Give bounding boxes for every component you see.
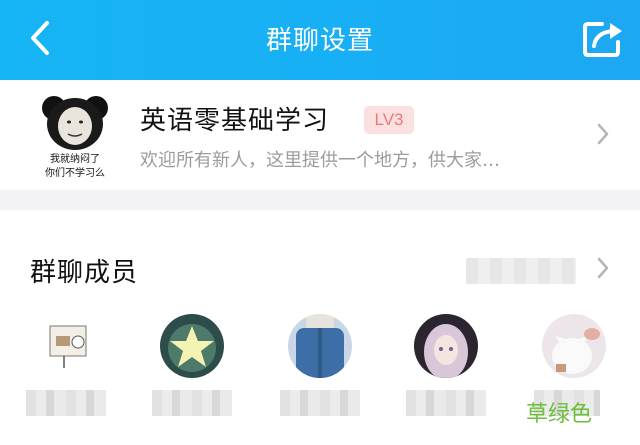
group-name: 英语零基础学习 [140,106,330,136]
section-divider [0,190,640,210]
member-item[interactable] [280,314,360,424]
members-count-blurred [466,258,576,284]
anime-girl-avatar [414,314,478,378]
avatar-caption-2: 你们不学习么 [45,166,105,179]
cartoon-sign-avatar [34,314,98,378]
top-bar: 群聊设置 [0,0,640,80]
member-item[interactable] [406,314,486,424]
avatar-caption-1: 我就纳闷了 [50,152,100,165]
page-title: 群聊设置 [265,26,374,56]
level-badge: LV3 [364,106,414,134]
watermark-text: 草绿色 [525,402,592,427]
members-title: 群聊成员 [30,258,139,288]
group-info-card[interactable]: 我就纳闷了 你们不学习么 英语零基础学习 LV3 欢迎所有新人，这里提供一个地方… [0,80,640,190]
member-name-blurred [26,390,106,416]
glowing-star-avatar [160,314,224,378]
denim-shirt-avatar [288,314,352,378]
member-name-blurred [152,390,232,416]
member-name-blurred [406,390,486,416]
group-description: 欢迎所有新人，这里提供一个地方，供大家… [140,150,500,171]
member-name-blurred [280,390,360,416]
chevron-right-icon [597,123,609,145]
chevron-right-icon [597,257,609,279]
member-item[interactable] [152,314,232,424]
member-item[interactable] [26,314,106,424]
share-icon [583,22,622,57]
share-button[interactable] [580,16,626,60]
anime-cat-avatar [542,314,606,378]
group-avatar: 我就纳闷了 你们不学习么 [38,88,112,182]
